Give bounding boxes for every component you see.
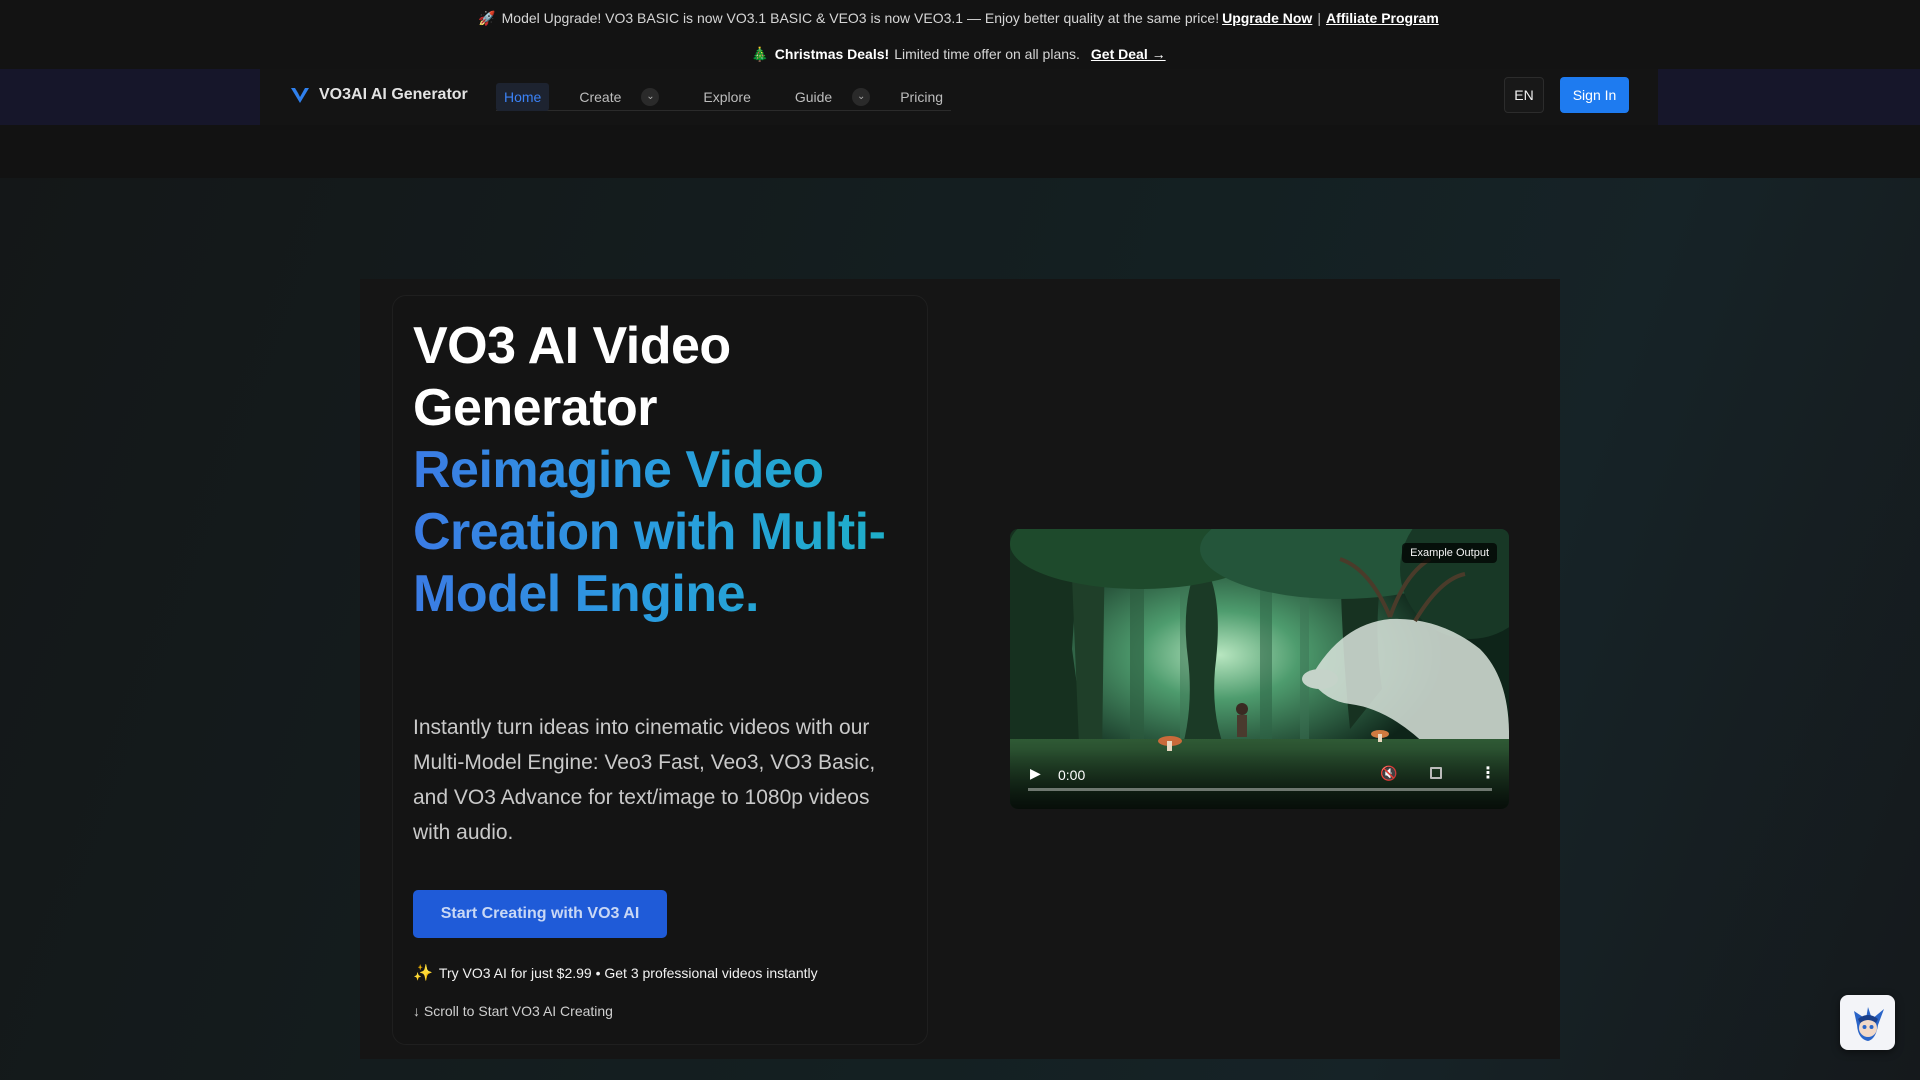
nav-home[interactable]: Home [496, 82, 550, 111]
chevron-down-icon[interactable]: ⌄ [852, 87, 871, 106]
brand-name: VO3AI AI Generator [319, 86, 468, 103]
video-controls: ▶ 0:00 🔇 ⋮ [1010, 749, 1509, 809]
video-time: 0:00 [1058, 767, 1086, 783]
start-creating-button[interactable]: Start Creating with VO3 AI [413, 890, 667, 938]
chevron-down-icon[interactable]: ⌄ [641, 87, 660, 106]
upgrade-now-link[interactable]: Upgrade Now [1222, 10, 1312, 26]
deal-text: Limited time offer on all plans. [894, 46, 1080, 62]
chat-assistant-button[interactable] [1840, 995, 1895, 1050]
get-deal-link[interactable]: Get Deal → [1091, 46, 1166, 62]
christmas-tree-icon: 🎄 [751, 45, 769, 62]
announcement-bar-upgrade: 🚀 Model Upgrade! VO3 BASIC is now VO3.1 … [0, 0, 1920, 36]
example-video[interactable]: Example Output ▶ 0:00 🔇 ⋮ [1010, 529, 1509, 809]
deal-title: Christmas Deals! [774, 46, 890, 62]
nav-links: Home Create ⌄ Explore Guide ⌄ Pricing [496, 82, 952, 111]
upgrade-announcement-text: Model Upgrade! VO3 BASIC is now VO3.1 BA… [501, 10, 1220, 26]
nav-create-label: Create [579, 88, 622, 105]
play-icon[interactable]: ▶ [1030, 765, 1041, 782]
mascot-avatar-icon [1853, 1006, 1884, 1041]
language-button[interactable]: EN [1504, 77, 1544, 113]
fullscreen-icon[interactable] [1430, 767, 1442, 779]
trial-offer-text: Try VO3 AI for just $2.99 • Get 3 profes… [438, 965, 818, 981]
brand-logo[interactable]: VO3AI AI Generator [290, 85, 468, 105]
example-output-badge: Example Output [1402, 543, 1497, 563]
hero-description: Instantly turn ideas into cinematic vide… [413, 716, 876, 844]
navbar-inner: VO3AI AI Generator Home Create ⌄ Explore… [260, 69, 1658, 125]
nav-guide[interactable]: Guide ⌄ [787, 83, 878, 111]
scroll-hint[interactable]: ↓ Scroll to Start VO3 AI Creating [413, 1003, 613, 1019]
announcement-bar-deal: 🎄 Christmas Deals! Limited time offer on… [0, 36, 1920, 72]
nav-create[interactable]: Create ⌄ [571, 83, 667, 111]
hero-title: VO3 AI Video Generator [413, 317, 731, 437]
trial-offer: ✨ Try VO3 AI for just $2.99 • Get 3 prof… [413, 963, 818, 983]
sign-in-button[interactable]: Sign In [1560, 77, 1629, 113]
navbar: VO3AI AI Generator Home Create ⌄ Explore… [0, 69, 1920, 125]
rocket-icon: 🚀 [478, 9, 496, 26]
sparkles-icon: ✨ [413, 965, 433, 982]
nav-guide-label: Guide [794, 88, 833, 105]
nav-pricing[interactable]: Pricing [892, 83, 951, 111]
hero-tagline: Reimagine Video Creation with Multi-Mode… [413, 439, 913, 625]
v-logo-icon [291, 88, 309, 103]
nav-explore[interactable]: Explore [695, 83, 758, 111]
separator: | [1317, 10, 1321, 26]
mute-icon[interactable]: 🔇 [1380, 765, 1397, 782]
hero-headline: VO3 AI Video Generator Reimagine Video C… [413, 315, 913, 625]
video-progress-bar[interactable] [1028, 788, 1492, 791]
affiliate-program-link[interactable]: Affiliate Program [1326, 10, 1439, 26]
more-options-icon[interactable]: ⋮ [1480, 763, 1496, 783]
